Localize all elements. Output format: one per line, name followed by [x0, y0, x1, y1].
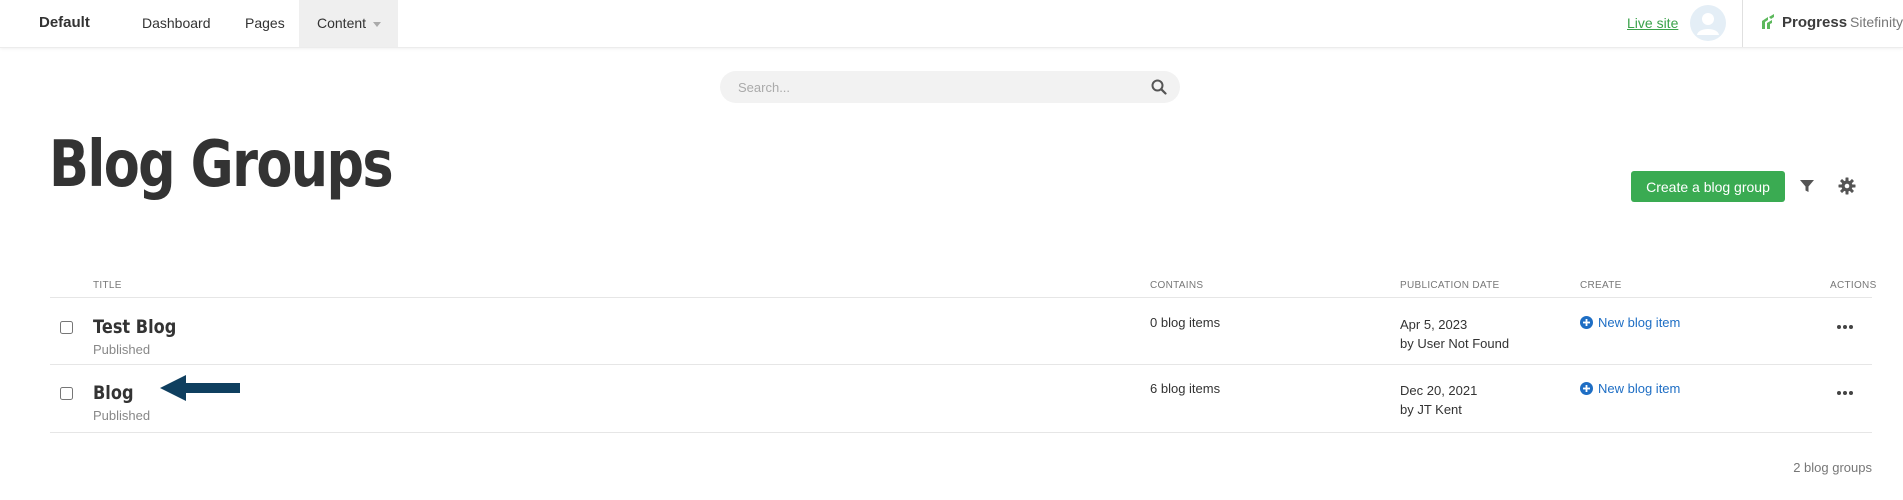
- row-date-value: Apr 5, 2023: [1400, 317, 1468, 332]
- gear-icon[interactable]: [1838, 177, 1856, 195]
- row-title-link[interactable]: Blog: [93, 382, 134, 404]
- nav-content-label: Content: [317, 15, 367, 31]
- column-header-title: TITLE: [93, 280, 122, 291]
- table-bottom-divider: [50, 432, 1872, 433]
- row-checkbox[interactable]: [60, 321, 73, 334]
- plus-circle-icon: [1580, 316, 1593, 329]
- table-row: Test Blog Published 0 blog items Apr 5, …: [0, 304, 1903, 369]
- top-navigation-bar: Default Dashboard Pages Content Live sit…: [0, 0, 1903, 48]
- row-contains: 6 blog items: [1150, 381, 1221, 396]
- column-header-actions: ACTIONS: [1830, 280, 1877, 291]
- row-author: by JT Kent: [1400, 402, 1462, 417]
- nav-dashboard[interactable]: Dashboard: [142, 0, 211, 47]
- nav-pages[interactable]: Pages: [245, 0, 285, 47]
- annotation-arrow-left-icon: [160, 375, 240, 401]
- search-input[interactable]: [738, 71, 1128, 103]
- row-status: Published: [93, 342, 151, 357]
- result-count: 2 blog groups: [1793, 460, 1872, 475]
- row-status: Published: [93, 408, 151, 423]
- row-contains: 0 blog items: [1150, 315, 1221, 330]
- user-icon: [1697, 13, 1719, 35]
- new-blog-item-link[interactable]: New blog item: [1580, 381, 1680, 396]
- toolbar-divider: [1742, 0, 1743, 47]
- plus-circle-icon: [1580, 382, 1593, 395]
- column-header-create: CREATE: [1580, 280, 1622, 291]
- row-date-value: Dec 20, 2021: [1400, 383, 1478, 398]
- brand-sitefinity-text: Sitefinity: [1850, 14, 1903, 30]
- caret-down-icon: [373, 21, 382, 27]
- new-blog-item-label: New blog item: [1598, 381, 1681, 396]
- column-header-publication-date: PUBLICATION DATE: [1400, 280, 1500, 291]
- brand-progress-text: Progress: [1782, 13, 1848, 31]
- column-header-contains: CONTAINS: [1150, 280, 1204, 291]
- table-header-divider: [50, 297, 1872, 298]
- live-site-link[interactable]: Live site: [1627, 15, 1678, 31]
- row-title-link[interactable]: Test Blog: [93, 316, 176, 338]
- site-selector[interactable]: Default: [39, 14, 90, 31]
- progress-logo-icon: [1762, 14, 1774, 29]
- brand-logo: Progress Sitefinity: [1760, 10, 1903, 34]
- row-publication-date: Dec 20, 2021 by JT Kent: [1400, 381, 1477, 419]
- avatar[interactable]: [1690, 5, 1726, 41]
- table-row: Blog Published 6 blog items Dec 20, 2021…: [0, 370, 1903, 435]
- row-publication-date: Apr 5, 2023 by User Not Found: [1400, 315, 1509, 353]
- row-author: by User Not Found: [1400, 336, 1510, 351]
- more-actions-icon[interactable]: [1836, 323, 1854, 331]
- search-box: [720, 71, 1180, 103]
- more-actions-icon[interactable]: [1836, 389, 1854, 397]
- row-divider: [50, 364, 1872, 365]
- new-blog-item-label: New blog item: [1598, 315, 1681, 330]
- create-blog-group-button[interactable]: Create a blog group: [1631, 171, 1785, 202]
- filter-icon[interactable]: [1799, 178, 1815, 194]
- page-title: Blog Groups: [49, 128, 394, 202]
- row-checkbox[interactable]: [60, 387, 73, 400]
- new-blog-item-link[interactable]: New blog item: [1580, 315, 1680, 330]
- search-icon[interactable]: [1151, 79, 1167, 95]
- nav-content[interactable]: Content: [299, 0, 398, 47]
